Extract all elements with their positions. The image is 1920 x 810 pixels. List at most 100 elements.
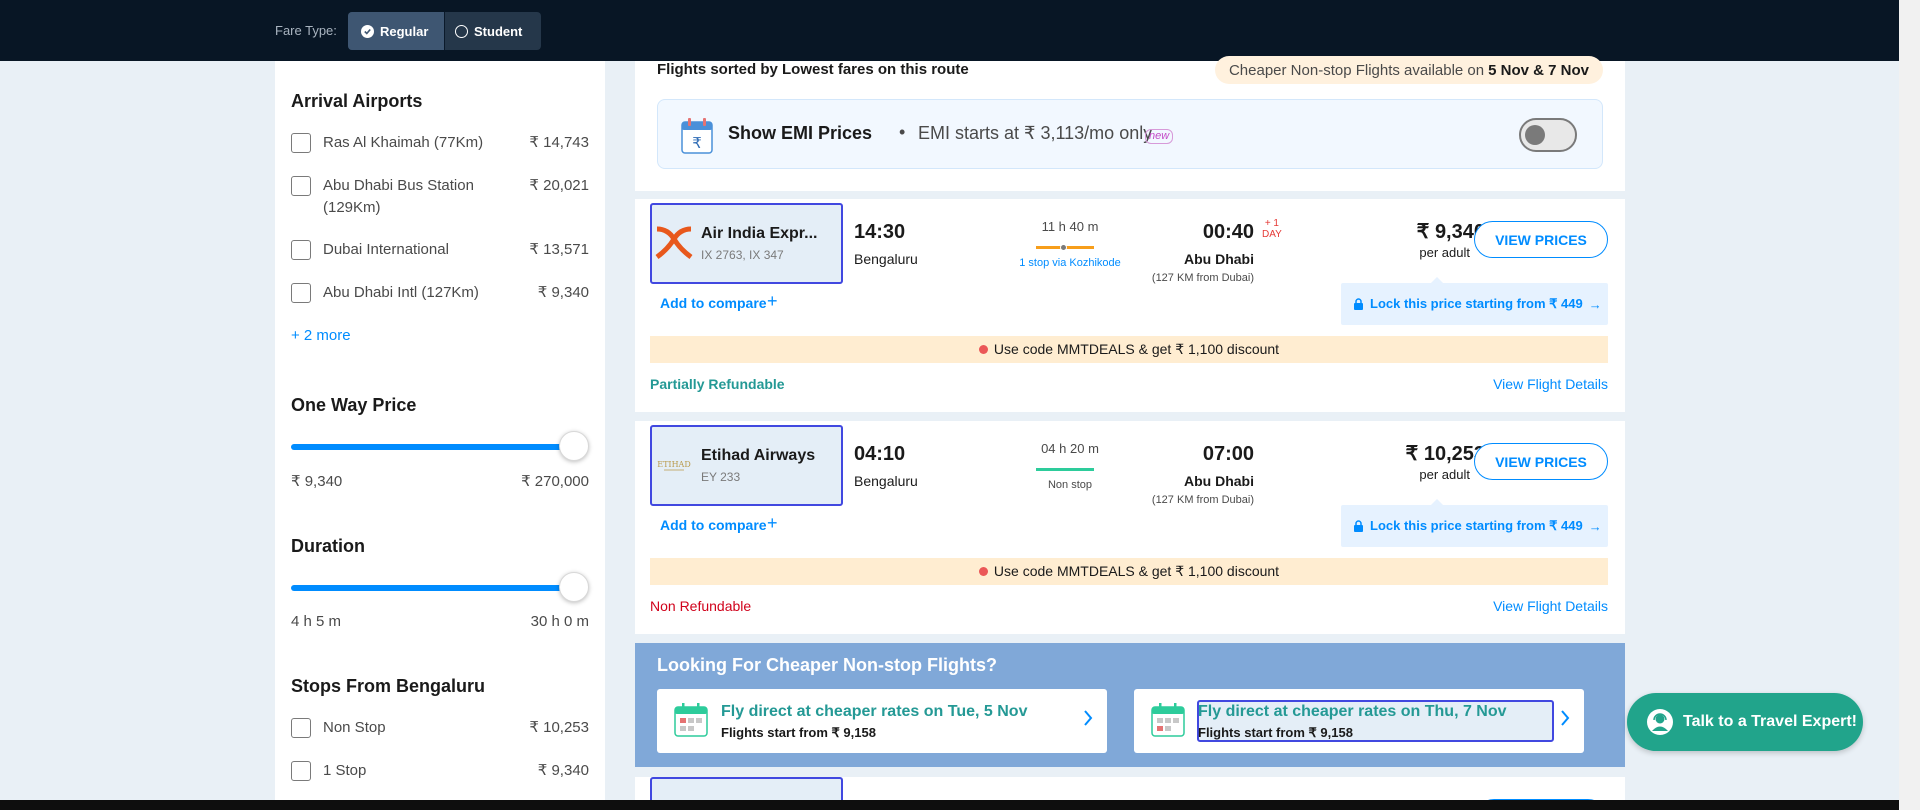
view-flight-details-link[interactable]: View Flight Details — [1493, 376, 1608, 392]
arrival-note: (127 KM from Dubai) — [1151, 494, 1254, 506]
svg-text:₹: ₹ — [692, 134, 702, 152]
slider-handle[interactable] — [559, 572, 589, 602]
checkbox[interactable] — [291, 718, 311, 738]
cheaper-flights-pill[interactable]: Cheaper Non-stop Flights available on 5 … — [1214, 56, 1603, 84]
filter-item-price: ₹ 14,743 — [529, 134, 589, 151]
flight-number: EY 233 — [701, 470, 741, 484]
lock-price-button[interactable]: Lock this price starting from ₹ 449 → — [1341, 499, 1608, 547]
etihad-logo-icon: ETIHAD — [657, 460, 691, 471]
price-slider[interactable] — [291, 431, 589, 461]
duration-slider[interactable] — [291, 572, 589, 602]
plus-icon[interactable]: + — [767, 513, 778, 534]
flight-card: Air India Expr... IX 2763, IX 347 14:30 … — [635, 199, 1625, 412]
cheaper-date-title: Fly direct at cheaper rates on Thu, 7 No… — [1198, 703, 1507, 720]
promo-text: Use code MMTDEALS & get ₹ 1,100 discount — [993, 563, 1280, 579]
filter-item-price: ₹ 9,340 — [537, 284, 589, 301]
results-header: Flights sorted by Lowest fares on this r… — [635, 56, 1625, 191]
arrival-city: Abu Dhabi — [1184, 473, 1254, 489]
airline-name: Etihad Airways — [701, 447, 816, 464]
emi-box: ₹ Show EMI Prices • EMI starts at ₹ 3,11… — [657, 99, 1603, 169]
fare-option-student[interactable]: Student — [444, 12, 532, 50]
emi-subtitle: EMI starts at ₹ 3,113/mo only — [918, 123, 1153, 143]
flight-card: ETIHAD Etihad Airways EY 233 04:10 Benga… — [635, 421, 1625, 634]
air-india-express-logo-icon — [655, 226, 693, 260]
view-prices-button[interactable]: VIEW PRICES — [1474, 221, 1608, 258]
checkbox[interactable] — [291, 761, 311, 781]
airline-name: Air India Expr... — [701, 225, 818, 242]
slider-track — [291, 585, 576, 591]
cheaper-banner-title: Looking For Cheaper Non-stop Flights? — [657, 655, 997, 675]
emi-toggle[interactable] — [1519, 118, 1577, 152]
add-to-compare-link[interactable]: Add to compare — [660, 517, 767, 533]
arrow-right-icon: → — [1588, 518, 1602, 534]
arrival-city: Abu Dhabi — [1184, 251, 1254, 267]
filter-item-label: Dubai International — [323, 241, 449, 258]
departure-city: Bengaluru — [854, 473, 918, 489]
filter-item-dubai-international[interactable]: Dubai International ₹ 13,571 — [291, 240, 589, 261]
filter-item-one-stop[interactable]: 1 Stop ₹ 9,340 — [291, 761, 589, 782]
bottom-edge — [0, 800, 1899, 810]
filter-item-abu-dhabi-intl[interactable]: Abu Dhabi Intl (127Km) ₹ 9,340 — [291, 283, 589, 304]
plus-icon[interactable]: + — [767, 291, 778, 312]
arrival-note: (127 KM from Dubai) — [1151, 272, 1254, 284]
per-adult-label: per adult — [1419, 467, 1470, 482]
promo-text: Use code MMTDEALS & get ₹ 1,100 discount — [993, 341, 1280, 357]
airline-info[interactable]: Air India Expr... IX 2763, IX 347 — [650, 203, 843, 284]
duration-min: 4 h 5 m — [291, 613, 342, 630]
filter-item-ras-al-khaimah[interactable]: Ras Al Khaimah (77Km) ₹ 14,743 — [291, 133, 589, 154]
chevron-right-icon — [1561, 710, 1570, 726]
promo-dot-icon — [978, 567, 988, 576]
emi-title: Show EMI Prices — [728, 123, 873, 143]
flight-price: ₹ 10,253 — [1405, 443, 1485, 465]
flight-duration: 11 h 40 m — [1041, 219, 1099, 234]
refund-status: Non Refundable — [650, 598, 752, 614]
sort-description: Flights sorted by Lowest fares on this r… — [657, 61, 969, 78]
checkbox[interactable] — [291, 176, 311, 196]
more-airports-link[interactable]: + 2 more — [291, 327, 351, 344]
checkbox[interactable] — [291, 240, 311, 260]
calendar-icon — [674, 703, 708, 737]
cheaper-date-card[interactable]: Fly direct at cheaper rates on Thu, 7 No… — [1134, 689, 1584, 753]
plus-day-unit: DAY — [1262, 229, 1282, 240]
filter-item-non-stop[interactable]: Non Stop ₹ 10,253 — [291, 718, 589, 739]
filter-item-label: Non Stop — [323, 719, 386, 736]
scrollbar[interactable] — [1899, 0, 1920, 810]
filter-item-abu-dhabi-bus-station[interactable]: Abu Dhabi Bus Station (129Km) ₹ 20,021 — [291, 176, 589, 219]
cheaper-date-card[interactable]: Fly direct at cheaper rates on Tue, 5 No… — [657, 689, 1107, 753]
flight-duration: 04 h 20 m — [1041, 441, 1099, 456]
lock-icon — [1354, 519, 1363, 532]
slider-track — [291, 444, 576, 450]
checkbox[interactable] — [291, 133, 311, 153]
cheaper-date-title: Fly direct at cheaper rates on Tue, 5 No… — [721, 703, 1028, 720]
per-adult-label: per adult — [1419, 245, 1470, 260]
cheaper-nonstop-banner: Looking For Cheaper Non-stop Flights? Fl… — [635, 643, 1625, 767]
filter-item-label: Abu Dhabi Bus Station (129Km) — [323, 177, 474, 216]
emi-calendar-icon: ₹ — [681, 118, 713, 154]
departure-city: Bengaluru — [854, 251, 918, 267]
top-bar: Fare Type: Regular Student — [0, 0, 1899, 61]
emi-separator: • — [899, 122, 906, 142]
checkbox[interactable] — [291, 283, 311, 303]
duration-line — [1036, 468, 1094, 471]
departure-time: 04:10 — [854, 443, 906, 465]
add-to-compare-link[interactable]: Add to compare — [660, 295, 767, 311]
view-flight-details-link[interactable]: View Flight Details — [1493, 598, 1608, 614]
toggle-knob — [1525, 125, 1545, 145]
filter-item-price: ₹ 20,021 — [529, 177, 589, 194]
fare-option-label: Student — [474, 23, 523, 39]
stop-dot — [1060, 244, 1067, 251]
duration-max: 30 h 0 m — [530, 613, 589, 630]
talk-to-expert-button[interactable]: Talk to a Travel Expert! — [1627, 693, 1863, 751]
lock-price-button[interactable]: Lock this price starting from ₹ 449 → — [1341, 277, 1608, 325]
plus-day-count: + 1 — [1264, 218, 1279, 229]
headset-icon — [1647, 709, 1673, 735]
promo-banner: Use code MMTDEALS & get ₹ 1,100 discount — [650, 336, 1608, 363]
filter-item-label: Ras Al Khaimah (77Km) — [323, 134, 484, 151]
filter-item-label: 1 Stop — [323, 762, 367, 779]
view-prices-button[interactable]: VIEW PRICES — [1474, 443, 1608, 480]
slider-handle[interactable] — [559, 431, 589, 461]
fare-option-regular[interactable]: Regular — [348, 12, 444, 50]
promo-banner: Use code MMTDEALS & get ₹ 1,100 discount — [650, 558, 1608, 585]
lock-icon — [1354, 297, 1363, 310]
airline-info[interactable]: ETIHAD Etihad Airways EY 233 — [650, 425, 843, 506]
